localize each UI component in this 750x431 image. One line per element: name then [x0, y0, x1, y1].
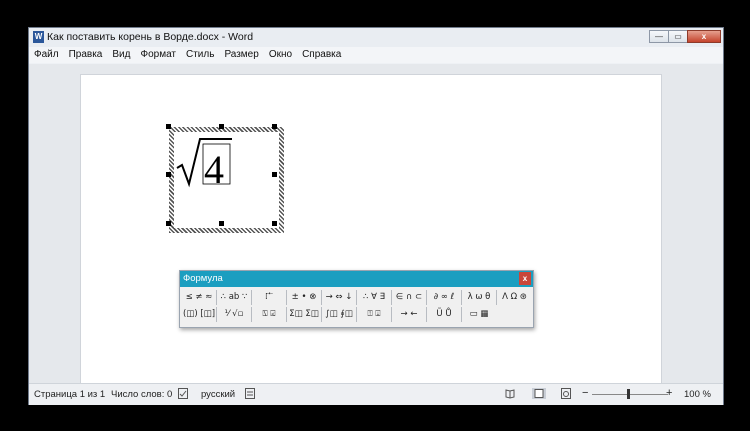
word-app-icon[interactable]: W [33, 31, 44, 43]
proofing-icon[interactable] [178, 388, 188, 399]
title-bar[interactable]: W Как поставить корень в Ворде.docx - Wo… [29, 28, 723, 47]
resize-handle-e[interactable] [272, 172, 277, 177]
formula-toolbar-title: Формула [183, 273, 223, 284]
greek-lowercase-palette-button[interactable]: λ ω θ [462, 290, 497, 305]
menu-window[interactable]: Окно [264, 47, 297, 63]
equation-object[interactable]: 4 [169, 127, 284, 233]
arrows-palette-button[interactable]: → ⇔ ↓ [322, 290, 357, 305]
resize-handle-nw[interactable] [166, 124, 171, 129]
formula-symbols-row: ≤ ≠ ≈ ∴ ab ∵ ⁞ ⃗ ⃖ ± • ⊗ → ⇔ ↓ ∴ ∀ ∃ ∈ ∩… [180, 290, 533, 305]
print-layout-icon[interactable] [532, 388, 546, 399]
summation-templates-button[interactable]: Σ◫ Σ◫ [287, 307, 322, 322]
operators-palette-button[interactable]: ± • ⊗ [287, 290, 322, 305]
document-page[interactable]: 4 [80, 74, 662, 383]
zoom-in-button[interactable]: + [666, 387, 672, 399]
labeled-arrow-templates-button[interactable]: → ← [392, 307, 427, 322]
formula-templates-row: (◫) [◫] ⅟ √▫ ⍂ ⍃ Σ◫ Σ◫ ∫◫ ∮◫ ⍐ ⍗ → ← Ũ Ů… [180, 307, 533, 322]
logic-palette-button[interactable]: ∴ ∀ ∃ [357, 290, 392, 305]
resize-handle-s[interactable] [219, 221, 224, 226]
zoom-level[interactable]: 100 % [684, 389, 711, 400]
set-theory-palette-button[interactable]: ∈ ∩ ⊂ [392, 290, 427, 305]
menu-bar: Файл Правка Вид Формат Стиль Размер Окно… [29, 47, 723, 63]
language-indicator[interactable]: русский [201, 389, 235, 400]
embellishments-palette-button[interactable]: ⁞ ⃗ ⃖ [252, 290, 287, 305]
resize-handle-ne[interactable] [272, 124, 277, 129]
menu-style[interactable]: Стиль [181, 47, 219, 63]
window-title: Как поставить корень в Ворде.docx - Word [47, 31, 254, 43]
square-root-icon: 4 [176, 138, 232, 190]
zoom-slider-thumb[interactable] [627, 389, 630, 399]
menu-file[interactable]: Файл [29, 47, 64, 63]
resize-handle-sw[interactable] [166, 221, 171, 226]
status-bar: Страница 1 из 1 Число слов: 0 русский − … [29, 383, 723, 405]
fraction-radical-templates-button[interactable]: ⅟ √▫ [217, 307, 252, 322]
formula-toolbar-close-button[interactable]: x [519, 272, 531, 285]
zoom-slider-track[interactable] [592, 394, 668, 395]
window-controls: — ▭ x [649, 30, 721, 43]
zoom-out-button[interactable]: − [582, 387, 588, 399]
read-mode-icon[interactable] [505, 388, 515, 399]
menu-format[interactable]: Формат [135, 47, 181, 63]
resize-handle-n[interactable] [219, 124, 224, 129]
spaces-palette-button[interactable]: ∴ ab ∵ [217, 290, 252, 305]
menu-size[interactable]: Размер [219, 47, 263, 63]
products-templates-button[interactable]: Ũ Ů [427, 307, 462, 322]
minimize-button[interactable]: — [649, 30, 669, 43]
word-count[interactable]: Число слов: 0 [111, 389, 172, 400]
maximize-button[interactable]: ▭ [668, 30, 688, 43]
misc-symbols-palette-button[interactable]: ∂ ∞ ℓ [427, 290, 462, 305]
formula-toolbar: Формула x ≤ ≠ ≈ ∴ ab ∵ ⁞ ⃗ ⃖ ± • ⊗ → ⇔ ↓… [179, 270, 534, 328]
greek-uppercase-palette-button[interactable]: Λ Ω ⊛ [497, 290, 532, 305]
menu-view[interactable]: Вид [107, 47, 135, 63]
formula-toolbar-titlebar[interactable]: Формула x [180, 271, 533, 287]
document-workspace[interactable]: 4 Формула x ≤ ≠ ≈ ∴ ab ∵ ⁞ ⃗ ⃖ ± • ⊗ → ⇔… [29, 64, 723, 383]
relations-palette-button[interactable]: ≤ ≠ ≈ [182, 290, 217, 305]
script-templates-button[interactable]: ⍂ ⍃ [252, 307, 287, 322]
web-layout-icon[interactable] [561, 388, 571, 399]
word-window: W Как поставить корень в Ворде.docx - Wo… [28, 27, 724, 405]
resize-handle-se[interactable] [272, 221, 277, 226]
bar-templates-button[interactable]: ⍐ ⍗ [357, 307, 392, 322]
resize-handle-w[interactable] [166, 172, 171, 177]
macro-record-icon[interactable] [245, 388, 255, 399]
page-count[interactable]: Страница 1 из 1 [34, 389, 105, 400]
fence-templates-button[interactable]: (◫) [◫] [182, 307, 217, 322]
matrix-templates-button[interactable]: ▭ ▦ [462, 307, 496, 322]
menu-help[interactable]: Справка [297, 47, 346, 63]
menu-edit[interactable]: Правка [64, 47, 108, 63]
close-button[interactable]: x [687, 30, 721, 43]
radicand: 4 [204, 147, 224, 190]
integral-templates-button[interactable]: ∫◫ ∮◫ [322, 307, 357, 322]
